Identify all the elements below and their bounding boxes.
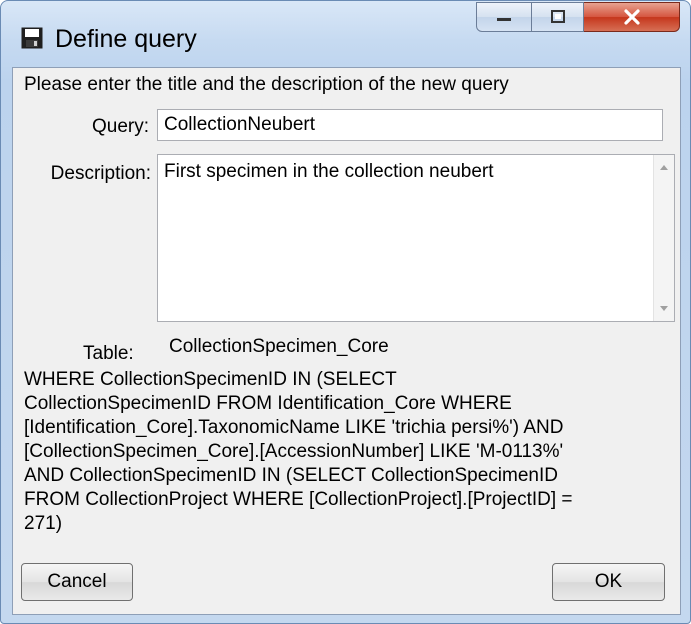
sql-line: 271) <box>24 513 63 534</box>
description-textarea[interactable]: First specimen in the collection neubert <box>157 154 675 322</box>
query-input[interactable]: CollectionNeubert <box>157 109 663 141</box>
minimize-button[interactable] <box>476 2 532 32</box>
query-label: Query: <box>91 116 149 137</box>
maximize-button[interactable] <box>532 2 584 32</box>
floppy-disk-icon <box>21 27 43 49</box>
description-text: First specimen in the collection neubert <box>164 161 494 182</box>
dialog-body: Please enter the title and the descripti… <box>12 67 681 615</box>
sql-line: AND CollectionSpecimenID IN (SELECT Coll… <box>24 465 558 486</box>
close-icon <box>623 9 640 25</box>
table-label: Table: <box>83 343 134 364</box>
title-bar[interactable]: Define query <box>1 1 690 53</box>
ok-button[interactable]: OK <box>552 563 665 601</box>
table-value: CollectionSpecimen_Core <box>169 336 389 357</box>
description-scrollbar[interactable] <box>653 155 674 321</box>
close-button[interactable] <box>584 2 680 32</box>
instruction-text: Please enter the title and the descripti… <box>24 74 509 95</box>
sql-line: WHERE CollectionSpecimenID IN (SELECT <box>24 369 397 390</box>
sql-line: FROM CollectionProject WHERE [Collection… <box>24 489 573 510</box>
description-label: Description: <box>50 163 151 184</box>
sql-line: CollectionSpecimenID FROM Identification… <box>24 393 512 414</box>
caption-buttons <box>476 2 680 40</box>
sql-line: [CollectionSpecimen_Core].[AccessionNumb… <box>24 441 564 462</box>
sql-where-clause: WHERE CollectionSpecimenID IN (SELECT Co… <box>24 368 674 536</box>
sql-line: [Identification_Core].TaxonomicName LIKE… <box>24 417 564 438</box>
scroll-down-icon[interactable] <box>660 306 668 311</box>
scroll-up-icon[interactable] <box>660 165 668 170</box>
cancel-button[interactable]: Cancel <box>21 563 133 601</box>
window-title: Define query <box>55 25 197 53</box>
minimize-icon <box>497 18 511 21</box>
maximize-icon <box>550 10 565 23</box>
define-query-dialog: Define query Please enter the title and … <box>0 0 691 624</box>
